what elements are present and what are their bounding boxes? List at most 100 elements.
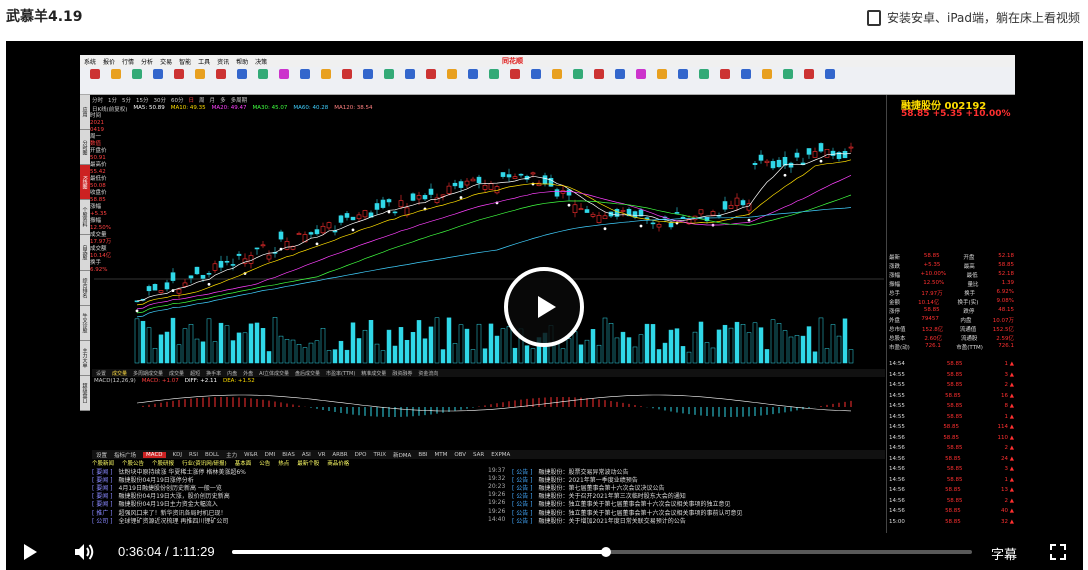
toolbar-button[interactable]: [128, 68, 146, 93]
toolbar-button[interactable]: [758, 68, 776, 93]
toolbar-button[interactable]: [800, 68, 818, 93]
volume-tab[interactable]: 盘后成交量: [295, 370, 320, 377]
toolbar-button[interactable]: [86, 68, 104, 93]
menu-item[interactable]: 系统: [84, 57, 96, 66]
toolbar-button[interactable]: [632, 68, 650, 93]
volume-tab[interactable]: 换手率: [206, 370, 221, 377]
period-tab[interactable]: 分时: [92, 96, 103, 104]
toolbar-button[interactable]: [506, 68, 524, 93]
toolbar-button[interactable]: [695, 68, 713, 93]
news-item-left[interactable]: [ 公司 ] 全球锂矿资源近况梳理 再推四川锂矿公司: [92, 516, 488, 525]
toolbar-button[interactable]: [212, 68, 230, 93]
volume-tab[interactable]: 市盈率(TTM): [326, 370, 355, 377]
indicator-tab[interactable]: BIAS: [282, 452, 295, 458]
progress-handle[interactable]: [600, 547, 611, 557]
period-tab[interactable]: 周: [199, 96, 205, 104]
play-button[interactable]: [504, 267, 584, 347]
volume-tab[interactable]: 设置: [96, 370, 106, 377]
left-nav-item[interactable]: 主力大单: [80, 341, 90, 376]
period-tab[interactable]: 多周期: [231, 96, 248, 104]
toolbar-button[interactable]: [737, 68, 755, 93]
fullscreen-icon[interactable]: [1050, 544, 1066, 560]
toolbar-button[interactable]: [170, 68, 188, 93]
indicator-tab[interactable]: DMI: [265, 452, 276, 458]
indicator-tab[interactable]: RSI: [189, 452, 198, 458]
volume-tab[interactable]: 内盘: [227, 370, 237, 377]
left-nav-item[interactable]: 个股资料: [80, 200, 90, 236]
progress-bar[interactable]: [232, 547, 972, 557]
menu-item[interactable]: 资讯: [217, 57, 229, 66]
menu-item[interactable]: 决策: [255, 57, 267, 66]
toolbar-button[interactable]: [254, 68, 272, 93]
toolbar-button[interactable]: [296, 68, 314, 93]
volume-tab[interactable]: 超短: [190, 370, 200, 377]
menu-item[interactable]: 报价: [103, 57, 115, 66]
indicator-tab[interactable]: BBI: [418, 452, 427, 458]
toolbar-button[interactable]: [779, 68, 797, 93]
toolbar-button[interactable]: [359, 68, 377, 93]
menu-item[interactable]: 行情: [122, 57, 134, 66]
toolbar-button[interactable]: [275, 68, 293, 93]
indicator-tab[interactable]: ARBR: [332, 452, 347, 458]
period-tab[interactable]: 30分: [154, 96, 167, 104]
indicator-tab[interactable]: 指标广场: [114, 451, 136, 459]
period-tab[interactable]: 多: [220, 96, 226, 104]
toolbar-button[interactable]: [149, 68, 167, 93]
news-title[interactable]: 融捷股份：关于增加2021年度日常关联交易预计的公告: [539, 516, 686, 525]
news-item-right[interactable]: 14:40 [ 公告 ] 融捷股份：关于增加2021年度日常关联交易预计的公告: [488, 516, 884, 525]
toolbar-button[interactable]: [233, 68, 251, 93]
toolbar-button[interactable]: [653, 68, 671, 93]
indicator-tab[interactable]: 主力: [226, 451, 237, 459]
volume-tab[interactable]: 精准成交量: [361, 370, 386, 377]
menu-item[interactable]: 工具: [198, 57, 210, 66]
toolbar-button[interactable]: [443, 68, 461, 93]
indicator-tab[interactable]: OBV: [454, 452, 466, 458]
volume-tab[interactable]: 多周期成交量: [133, 370, 163, 377]
toolbar-button[interactable]: [380, 68, 398, 93]
menu-item[interactable]: 分析: [141, 57, 153, 66]
period-tab[interactable]: 日: [189, 96, 195, 104]
volume-tab[interactable]: 资金流向: [418, 370, 438, 377]
indicator-tab[interactable]: MACD: [143, 451, 166, 458]
indicator-tab[interactable]: DPO: [355, 452, 367, 458]
toolbar-button[interactable]: [485, 68, 503, 93]
toolbar-button[interactable]: [611, 68, 629, 93]
app-promo-link[interactable]: 安装安卓、iPad端，躺在床上看视频: [866, 9, 1080, 26]
left-nav-item[interactable]: 应用: [80, 95, 90, 131]
period-tab[interactable]: 5分: [122, 96, 131, 104]
volume-tab[interactable]: AI立体成交量: [259, 370, 289, 377]
indicator-tab[interactable]: BOLL: [205, 452, 219, 458]
volume-tab[interactable]: 成交量: [169, 370, 184, 377]
toolbar-button[interactable]: [401, 68, 419, 93]
left-nav-item[interactable]: 自选股: [80, 235, 90, 271]
indicator-tab[interactable]: SAR: [473, 452, 484, 458]
toolbar-button[interactable]: [716, 68, 734, 93]
menu-item[interactable]: 智能: [179, 57, 191, 66]
toolbar-button[interactable]: [821, 68, 839, 93]
left-nav-item[interactable]: 综合排名: [80, 271, 90, 306]
toolbar-button[interactable]: [107, 68, 125, 93]
indicator-tab[interactable]: W&R: [244, 452, 258, 458]
toolbar-button[interactable]: [191, 68, 209, 93]
indicator-tab[interactable]: TRIX: [373, 452, 386, 458]
toolbar-button[interactable]: [422, 68, 440, 93]
period-tab[interactable]: 60分: [171, 96, 184, 104]
indicator-tab[interactable]: KDJ: [173, 452, 182, 458]
left-nav-item[interactable]: 超级盘口: [80, 376, 90, 411]
volume-icon[interactable]: [74, 543, 96, 561]
indicator-tab[interactable]: 设置: [96, 451, 107, 459]
period-tab[interactable]: 15分: [136, 96, 149, 104]
indicator-tab[interactable]: MTM: [434, 452, 447, 458]
caption-button[interactable]: 字幕: [991, 544, 1017, 563]
video-player[interactable]: 同花顺 系统 报价 行情 分析 交易 智能 工具 资讯 帮助 决策 应用 分时图 K线图 个股资料 自选股…: [6, 41, 1083, 570]
indicator-tab[interactable]: VR: [318, 452, 326, 458]
period-tab[interactable]: 月: [210, 96, 216, 104]
indicator-tab[interactable]: ASI: [302, 452, 311, 458]
toolbar-button[interactable]: [590, 68, 608, 93]
volume-tab[interactable]: 融资融券: [392, 370, 412, 377]
control-play-icon[interactable]: [24, 544, 37, 560]
indicator-tab[interactable]: 新DMA: [393, 451, 411, 459]
toolbar-button[interactable]: [548, 68, 566, 93]
toolbar-button[interactable]: [674, 68, 692, 93]
toolbar-button[interactable]: [569, 68, 587, 93]
